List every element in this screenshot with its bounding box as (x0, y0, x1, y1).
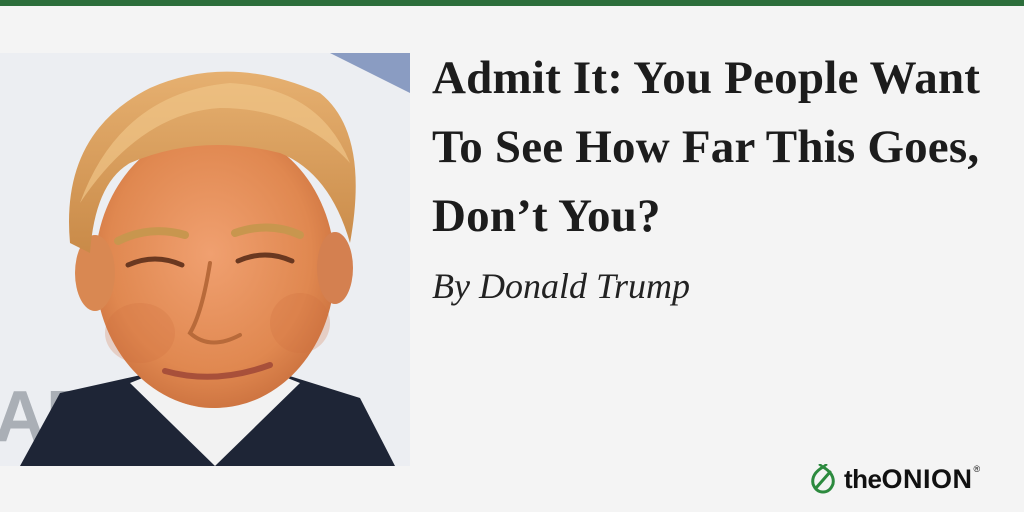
portrait-illustration: AR (0, 53, 410, 466)
logo-prefix: the (844, 463, 882, 494)
the-onion-logo: theONION® (808, 462, 980, 496)
registered-mark: ® (973, 463, 981, 474)
article-byline: By Donald Trump (432, 266, 691, 306)
top-accent-bar (0, 0, 1024, 6)
article-headline: Admit It: You People Want To See How Far… (432, 52, 981, 242)
author-photo: AR (0, 53, 410, 466)
onion-icon (811, 464, 835, 494)
logo-brand: ONION (881, 463, 973, 494)
logo-wordmark: theONION® (844, 464, 980, 495)
